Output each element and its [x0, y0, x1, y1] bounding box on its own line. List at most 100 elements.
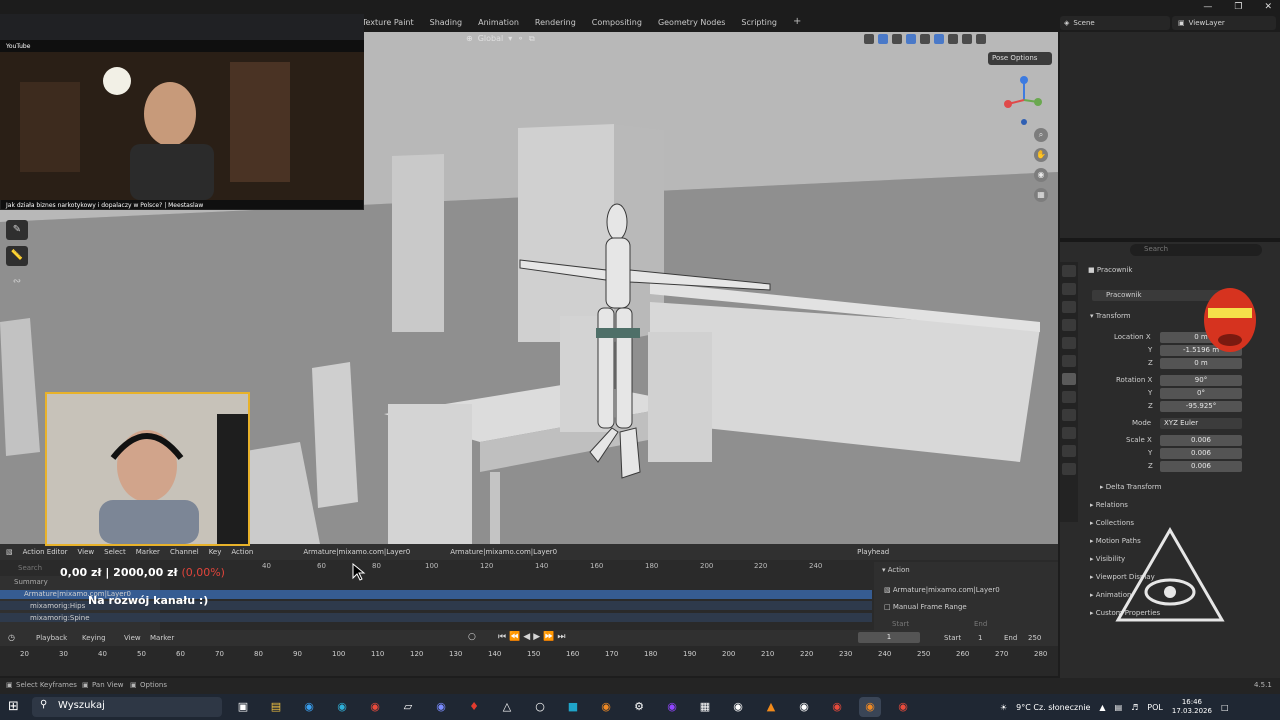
tab-shading[interactable]: Shading — [430, 18, 463, 32]
manual-frame-range-checkbox[interactable]: □ Manual Frame Range — [884, 603, 967, 611]
end-value[interactable]: 250 — [1028, 634, 1041, 642]
menu-marker[interactable]: Marker — [136, 548, 160, 556]
overlay-icon[interactable] — [892, 34, 902, 44]
rotation-x-field[interactable]: 90° — [1160, 375, 1242, 386]
menu-channel[interactable]: Channel — [170, 548, 199, 556]
snap-icon[interactable]: ⧉ — [529, 34, 535, 44]
physics-tab-icon[interactable] — [1062, 427, 1076, 439]
pivot-icon[interactable]: ⚬ — [517, 34, 524, 44]
visibility-icon[interactable] — [864, 34, 874, 44]
tab-geometry-nodes[interactable]: Geometry Nodes — [658, 18, 725, 32]
app-icon[interactable]: ■ — [562, 697, 584, 717]
minimize-icon[interactable]: — — [1203, 2, 1212, 12]
tab-compositing[interactable]: Compositing — [592, 18, 642, 32]
view-layer-tab-icon[interactable] — [1062, 319, 1076, 331]
add-workspace-button[interactable]: + — [793, 17, 801, 32]
view-layer-selector[interactable]: ▣ ViewLayer — [1172, 16, 1276, 30]
close-icon[interactable]: ✕ — [1264, 2, 1272, 12]
particles-tab-icon[interactable] — [1062, 409, 1076, 421]
file-explorer-icon[interactable]: ▤ — [265, 697, 287, 717]
rotation-y-field[interactable]: 0° — [1160, 388, 1242, 399]
modifier-tab-icon[interactable] — [1062, 391, 1076, 403]
render-tab-icon[interactable] — [1062, 283, 1076, 295]
zoom-icon[interactable]: ⌕ — [1034, 128, 1048, 142]
steam-icon[interactable]: ◉ — [727, 697, 749, 717]
action-selector-1[interactable]: Armature|mixamo.com|Layer0 — [303, 548, 410, 556]
chevron-up-icon[interactable]: ▲ — [1099, 703, 1105, 712]
data-tab-icon[interactable] — [1062, 463, 1076, 475]
pan-hand-icon[interactable]: ✋ — [1034, 148, 1048, 162]
blender-icon[interactable]: ◉ — [595, 697, 617, 717]
current-frame-field[interactable]: 1 — [858, 632, 920, 643]
edge-icon[interactable]: ◉ — [298, 697, 320, 717]
tab-scripting[interactable]: Scripting — [741, 18, 777, 32]
scale-z-field[interactable]: 0.006 — [1160, 461, 1242, 472]
rotation-z-field[interactable]: -95.925° — [1160, 401, 1242, 412]
scene-tab-icon[interactable] — [1062, 337, 1076, 349]
timeline-ruler[interactable]: 20 30 40 50 60 70 80 90 100 110 120 130 … — [0, 646, 1058, 676]
object-tab-icon[interactable] — [1062, 373, 1076, 385]
outliner-panel[interactable] — [1060, 32, 1280, 238]
channel-row-spine[interactable] — [0, 613, 872, 622]
transform-orientation[interactable]: ⊕ Global ▾ ⚬ ⧉ — [466, 34, 535, 44]
app-icon[interactable]: △ — [496, 697, 518, 717]
clock[interactable]: 16:46 17.03.2026 — [1172, 698, 1212, 716]
playback-controls[interactable]: ⏮⏪◀▶⏩⏭ — [498, 632, 568, 642]
menu-action[interactable]: Action — [231, 548, 253, 556]
volume-icon[interactable]: ♬ — [1131, 703, 1138, 712]
overlay-toggle-icon[interactable] — [906, 34, 916, 44]
solid-shading-icon[interactable] — [948, 34, 958, 44]
network-icon[interactable]: ▤ — [1115, 703, 1123, 712]
properties-search[interactable]: Search — [1130, 244, 1262, 256]
blender-active-icon[interactable]: ◉ — [859, 697, 881, 717]
weather-text[interactable]: 9°C Cz. słonecznie — [1016, 703, 1090, 712]
editor-type-dropdown[interactable]: Action Editor — [23, 548, 68, 556]
timeline-editor-icon[interactable]: ◷ — [8, 633, 15, 642]
chrome-icon[interactable]: ◉ — [892, 697, 914, 717]
location-z-field[interactable]: 0 m — [1160, 358, 1242, 369]
maximize-icon[interactable]: ❐ — [1234, 2, 1242, 12]
rendered-shading-icon[interactable] — [976, 34, 986, 44]
app-icon[interactable]: ○ — [529, 697, 551, 717]
app-icon[interactable]: ▱ — [397, 697, 419, 717]
menu-key[interactable]: Key — [209, 548, 222, 556]
taskbar-search[interactable]: ⚲ Wyszukaj — [32, 697, 222, 717]
notification-icon[interactable]: □ — [1221, 703, 1229, 712]
record-icon[interactable]: ○ — [468, 632, 476, 642]
relations-section[interactable]: ▸ Relations — [1090, 501, 1128, 509]
tab-rendering[interactable]: Rendering — [535, 18, 576, 32]
vlc-icon[interactable]: ▲ — [760, 697, 782, 717]
menu-playback[interactable]: Playback — [36, 634, 67, 642]
windows-start-icon[interactable]: ⊞ — [8, 699, 19, 714]
tab-animation[interactable]: Animation — [478, 18, 519, 32]
app-icon[interactable]: ♦ — [463, 697, 485, 717]
tab-texture-paint[interactable]: Texture Paint — [362, 18, 414, 32]
output-tab-icon[interactable] — [1062, 301, 1076, 313]
delta-transform-section[interactable]: ▸ Delta Transform — [1100, 483, 1161, 491]
scale-y-field[interactable]: 0.006 — [1160, 448, 1242, 459]
wireframe-shading-icon[interactable] — [934, 34, 944, 44]
curve-icon[interactable]: ∾ — [6, 272, 28, 292]
material-shading-icon[interactable] — [962, 34, 972, 44]
channel-search[interactable]: Search — [18, 564, 42, 572]
sidebar-action-field[interactable]: ▧ Armature|mixamo.com|Layer0 — [884, 586, 1000, 594]
transform-section[interactable]: ▾ Transform — [1090, 312, 1131, 320]
constraints-tab-icon[interactable] — [1062, 445, 1076, 457]
scene-selector[interactable]: ◈ Scene — [1060, 16, 1170, 30]
menu-select[interactable]: Select — [104, 548, 126, 556]
app-icon[interactable]: ⚙ — [628, 697, 650, 717]
rotation-mode-dropdown[interactable]: XYZ Euler — [1160, 418, 1242, 429]
tool-tab-icon[interactable] — [1062, 265, 1076, 277]
app-icon[interactable]: ▦ — [694, 697, 716, 717]
action-selector-2[interactable]: Armature|mixamo.com|Layer0 — [450, 548, 557, 556]
menu-marker[interactable]: Marker — [150, 634, 174, 642]
world-tab-icon[interactable] — [1062, 355, 1076, 367]
start-value[interactable]: 1 — [978, 634, 982, 642]
playhead-dropdown[interactable]: Playhead — [857, 548, 889, 556]
scale-x-field[interactable]: 0.006 — [1160, 435, 1242, 446]
xray-icon[interactable] — [920, 34, 930, 44]
menu-view[interactable]: View — [124, 634, 141, 642]
gizmo-toggle-icon[interactable] — [878, 34, 888, 44]
language-indicator[interactable]: POL — [1147, 703, 1163, 712]
twitch-icon[interactable]: ◉ — [661, 697, 683, 717]
